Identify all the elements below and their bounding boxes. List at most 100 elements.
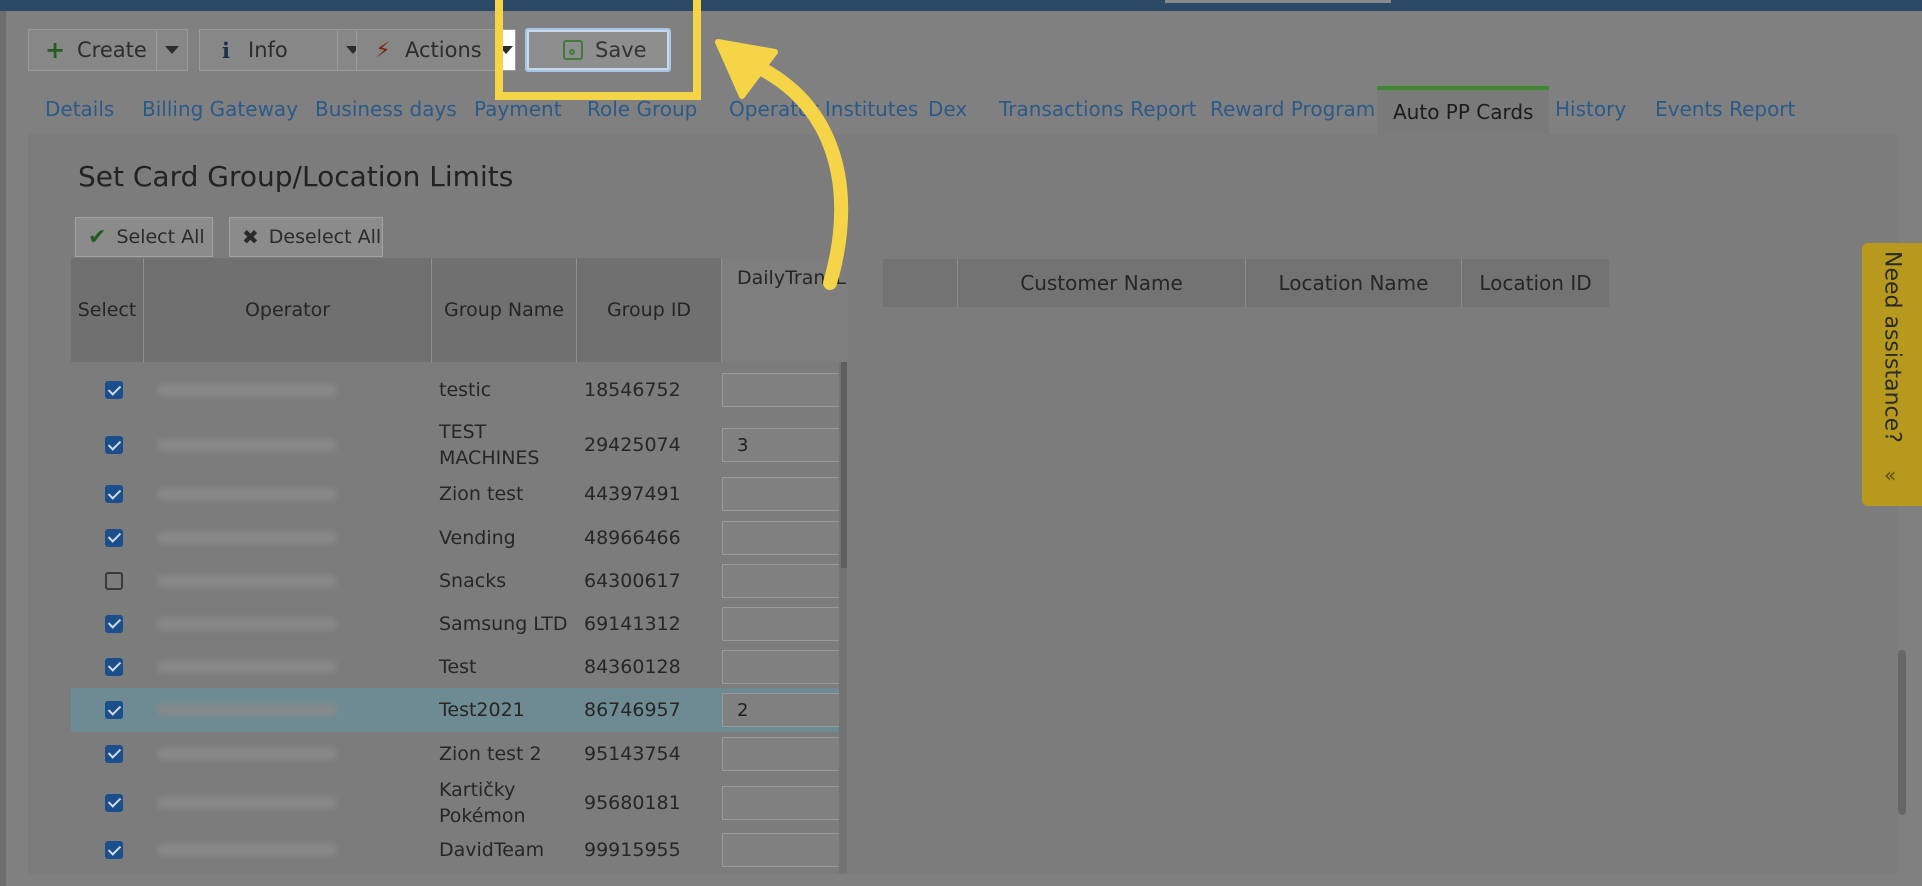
operator-cell xyxy=(157,688,337,732)
operator-redacted xyxy=(157,574,337,587)
daily-limit-input[interactable]: 2 xyxy=(722,693,840,727)
row-checkbox[interactable] xyxy=(105,701,123,719)
top-bar-indicator xyxy=(1165,0,1391,3)
create-button[interactable]: + Create xyxy=(28,29,188,71)
info-label: Info xyxy=(248,38,288,62)
create-dropdown-chevron-icon[interactable] xyxy=(156,30,187,70)
group-name-line-1: Zion test 2 xyxy=(439,742,542,765)
page-scrollbar[interactable] xyxy=(1898,650,1906,815)
table-row[interactable]: Snacks 64300617 xyxy=(71,559,847,602)
header-location-id[interactable]: Location ID xyxy=(1462,259,1609,307)
table-row[interactable]: testic 18546752 xyxy=(71,362,847,418)
table-row[interactable]: Test 84360128 xyxy=(71,645,847,688)
tab-details[interactable]: Details xyxy=(45,84,114,134)
table-row[interactable]: TEST MACHINES 29425074 3 xyxy=(71,418,847,472)
group-id-cell: 48966466 xyxy=(584,526,681,549)
location-header-blank xyxy=(883,259,958,307)
daily-limit-input[interactable] xyxy=(722,373,840,407)
daily-limit-input[interactable] xyxy=(722,606,840,641)
daily-limit-input[interactable] xyxy=(722,833,840,867)
tab-transactions-report[interactable]: Transactions Report xyxy=(999,84,1197,134)
group-name-line-1: Samsung LTD xyxy=(439,612,568,635)
actions-label: Actions xyxy=(405,38,482,62)
row-select-cell xyxy=(105,472,123,516)
deselect-all-button[interactable]: ✖ Deselect All xyxy=(229,217,383,257)
header-location-name[interactable]: Location Name xyxy=(1246,259,1462,307)
actions-button[interactable]: ⚡ Actions xyxy=(356,29,516,71)
grid-scrollbar[interactable] xyxy=(841,362,847,568)
row-checkbox[interactable] xyxy=(105,485,123,503)
info-icon: i xyxy=(222,37,230,63)
tab-operator-institutes[interactable]: Operator Institutes xyxy=(729,84,918,134)
daily-limit-input[interactable] xyxy=(722,785,840,820)
tab-payment[interactable]: Payment xyxy=(474,84,562,134)
daily-limit-input[interactable] xyxy=(722,477,840,511)
operator-cell xyxy=(157,602,337,645)
chevron-left-icon: « xyxy=(1884,463,1897,487)
tab-reward-program[interactable]: Reward Program xyxy=(1210,84,1375,134)
group-name-line-1: Test xyxy=(439,655,477,678)
row-select-cell xyxy=(105,732,123,775)
group-id-cell: 95680181 xyxy=(584,791,681,814)
row-checkbox[interactable] xyxy=(105,657,123,676)
group-name-cell: Test xyxy=(439,645,476,688)
row-checkbox[interactable] xyxy=(105,436,123,454)
tab-role-group[interactable]: Role Group xyxy=(587,84,697,134)
table-row[interactable]: Test2021 86746957 2 xyxy=(71,688,847,732)
daily-limit-input[interactable] xyxy=(722,649,840,684)
operator-redacted xyxy=(157,704,337,716)
group-name-line-1: Kartičky xyxy=(439,778,516,801)
daily-limit-input[interactable] xyxy=(722,736,840,771)
header-group-id[interactable]: Group ID xyxy=(577,258,722,362)
select-all-button[interactable]: ✔ Select All xyxy=(75,217,213,257)
table-row[interactable]: Samsung LTD 69141312 xyxy=(71,602,847,645)
operator-redacted xyxy=(157,384,337,396)
group-id-cell: 99915955 xyxy=(584,839,681,861)
header-customer-name[interactable]: Customer Name xyxy=(958,259,1246,307)
header-limit-line-2: Trans xyxy=(785,267,836,289)
group-id-cell: 44397491 xyxy=(584,483,681,505)
header-operator[interactable]: Operator xyxy=(144,258,432,362)
daily-limit-input[interactable]: 3 xyxy=(722,428,840,462)
operator-redacted xyxy=(157,796,337,809)
row-checkbox[interactable] xyxy=(105,841,123,859)
row-checkbox[interactable] xyxy=(105,744,123,763)
header-group-name[interactable]: Group Name xyxy=(432,258,577,362)
table-row[interactable]: DavidTeam 99915955 xyxy=(71,830,847,870)
row-select-cell xyxy=(105,418,123,472)
plus-icon: + xyxy=(45,36,66,64)
tab-business-days[interactable]: Business days xyxy=(315,84,457,134)
operator-cell xyxy=(157,418,337,472)
tab-billing-gateway[interactable]: Billing Gateway xyxy=(142,84,298,134)
row-checkbox[interactable] xyxy=(105,571,123,590)
need-assistance-tab[interactable]: Need assistance? « xyxy=(1862,243,1922,506)
operator-cell xyxy=(157,645,337,688)
row-checkbox[interactable] xyxy=(105,381,123,399)
daily-limit-cell xyxy=(722,830,840,870)
operator-redacted xyxy=(157,844,337,856)
group-id-cell: 64300617 xyxy=(584,569,681,592)
tab-dex[interactable]: Dex xyxy=(928,84,967,134)
group-name-cell: Vending xyxy=(439,516,516,559)
tab-history[interactable]: History xyxy=(1555,84,1626,134)
daily-limit-cell xyxy=(722,732,840,775)
tab-auto-pp-cards[interactable]: Auto PP Cards xyxy=(1377,86,1550,134)
row-checkbox[interactable] xyxy=(105,614,123,633)
group-name-cell: Snacks xyxy=(439,559,506,602)
tab-bar: Details Billing Gateway Business days Pa… xyxy=(28,84,1908,134)
row-checkbox[interactable] xyxy=(105,528,123,547)
table-row[interactable]: Vending 48966466 xyxy=(71,516,847,559)
row-checkbox[interactable] xyxy=(105,793,123,812)
group-id-cell: 18546752 xyxy=(584,379,681,401)
group-name-cell: Zion test xyxy=(439,472,524,516)
group-name-line-2: Pokémon xyxy=(439,804,526,827)
info-button[interactable]: i Info xyxy=(199,29,369,71)
table-row[interactable]: Kartičky Pokémon 95680181 xyxy=(71,775,847,830)
table-row[interactable]: Zion test 44397491 xyxy=(71,472,847,516)
daily-limit-input[interactable] xyxy=(722,520,840,555)
table-row[interactable]: Zion test 2 95143754 xyxy=(71,732,847,775)
tab-events-report[interactable]: Events Report xyxy=(1655,84,1795,134)
header-daily-trans-limit[interactable]: Daily Trans Limit xyxy=(722,258,847,362)
checkmark-icon: ✔ xyxy=(88,224,107,250)
daily-limit-input[interactable] xyxy=(722,563,840,598)
